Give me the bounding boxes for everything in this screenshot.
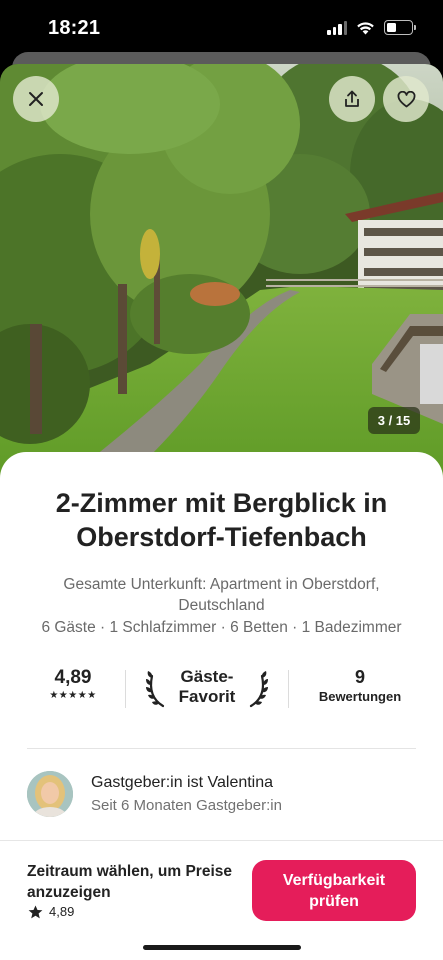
price-note: Zeitraum wählen, um Preise anzuzeigen	[27, 863, 233, 901]
wifi-icon	[357, 21, 374, 34]
host-since: Seit 6 Monaten Gastgeber:in	[91, 797, 282, 814]
reviews-stat[interactable]: 9 Bewertungen	[302, 667, 418, 704]
photo-counter: 3 / 15	[368, 407, 420, 434]
guest-favorite-badge: Gäste- Favorit	[146, 664, 268, 714]
home-indicator[interactable]	[143, 945, 301, 950]
favorite-button[interactable]	[383, 76, 429, 122]
rating-stat: 4,89 ★★★★★	[26, 667, 120, 701]
signal-icon	[327, 20, 347, 35]
share-icon	[345, 90, 359, 107]
divider	[125, 670, 126, 708]
status-icons	[327, 20, 416, 35]
laurel-icon	[249, 671, 268, 708]
host-avatar[interactable]	[27, 771, 73, 817]
close-icon	[29, 92, 43, 106]
guest-favorite-label: Gäste- Favorit	[172, 667, 242, 707]
cta-line-1: Verfügbarkeit	[282, 871, 386, 889]
check-availability-button[interactable]: Verfügbarkeit prüfen	[252, 860, 416, 921]
listing-title: 2-Zimmer mit Bergblick in Oberstdorf-Tie…	[55, 488, 388, 552]
favorite-line-2: Favorit	[178, 687, 236, 706]
cta-line-2: prüfen	[309, 892, 359, 910]
divider	[288, 670, 289, 708]
heart-icon	[397, 90, 415, 107]
battery-icon	[384, 20, 416, 35]
footer-rating: 4,89	[28, 904, 74, 919]
section-divider	[27, 748, 416, 749]
close-button[interactable]	[13, 76, 59, 122]
laurel-icon	[146, 671, 165, 708]
cta-label: Verfügbarkeit prüfen	[283, 870, 385, 912]
host-title: Gastgeber:in ist Valentina	[91, 774, 274, 791]
listing-capacity: 6 Gäste · 1 Schlafzimmer · 6 Betten · 1 …	[41, 619, 402, 636]
listing-subtitle: Gesamte Unterkunft: Apartment in Oberstd…	[63, 576, 380, 614]
booking-footer: Zeitraum wählen, um Preise anzuzeigen 4,…	[0, 840, 443, 960]
reviews-label: Bewertungen	[318, 689, 402, 704]
star-icon: ★★★★★	[49, 690, 97, 701]
reviews-count: 9	[354, 667, 365, 687]
status-time: 18:21	[48, 17, 101, 39]
star-icon	[28, 905, 43, 918]
status-bar: 18:21	[0, 0, 443, 58]
footer-rating-value: 4,89	[49, 904, 75, 919]
favorite-line-1: Gäste-	[180, 667, 234, 686]
share-button[interactable]	[329, 76, 375, 122]
highlights-row[interactable]: 4,89 ★★★★★ Gäste- Favorit 9 Bewertungen	[26, 664, 418, 714]
rating-value: 4,89	[54, 667, 92, 688]
